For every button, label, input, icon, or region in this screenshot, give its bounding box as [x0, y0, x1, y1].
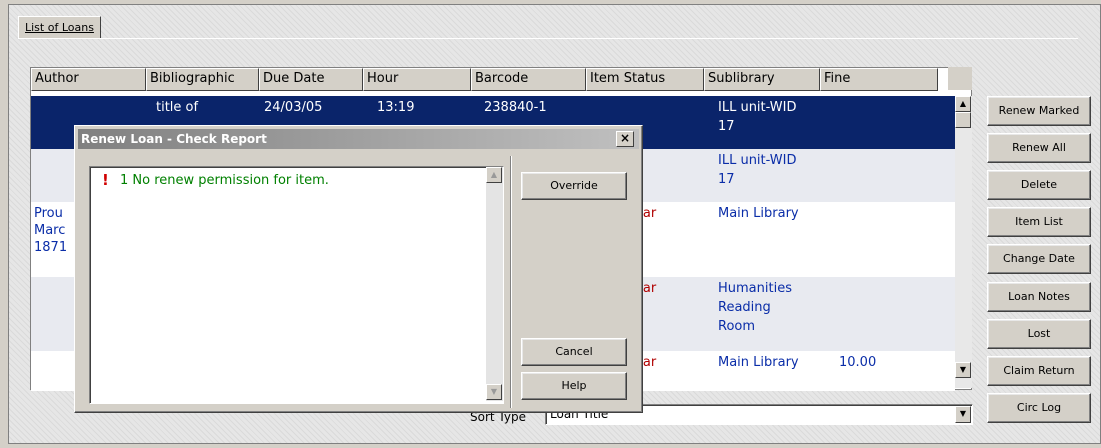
combo-arrow-icon[interactable]: ▼: [955, 406, 971, 423]
cell-sublibrary: 17: [718, 119, 735, 134]
cell-sublibrary: Main Library: [718, 206, 799, 221]
dialog-divider: [510, 156, 512, 408]
column-header[interactable]: Sublibrary: [704, 68, 820, 91]
override-button[interactable]: Override: [521, 172, 627, 200]
delete-button[interactable]: Delete: [987, 170, 1091, 200]
renew-check-dialog: Renew Loan - Check Report × ! 1 No renew…: [74, 125, 643, 413]
renew-all-button[interactable]: Renew All: [987, 133, 1091, 163]
message-text: 1 No renew permission for item.: [120, 173, 329, 188]
column-header[interactable]: Author: [31, 68, 146, 91]
column-header[interactable]: Item Status: [586, 68, 704, 91]
item-list-button[interactable]: Item List: [987, 207, 1091, 237]
loan-notes-button[interactable]: Loan Notes: [987, 282, 1091, 312]
cell-sublibrary: Main Library: [718, 355, 799, 370]
help-button[interactable]: Help: [521, 372, 627, 400]
column-header[interactable]: Barcode: [471, 68, 586, 91]
cell-hour: 13:19: [377, 100, 415, 115]
cell-sublibrary: Reading: [718, 300, 771, 315]
cell-author: 1871: [34, 240, 68, 255]
lost-button[interactable]: Lost: [987, 319, 1091, 349]
column-header[interactable]: Bibliographic: [146, 68, 259, 91]
cell-title: title of: [156, 100, 199, 115]
dialog-title: Renew Loan - Check Report: [81, 132, 267, 146]
tab-list-of-loans[interactable]: List of Loans: [18, 16, 101, 39]
cell-sublibrary: Humanities: [718, 281, 792, 296]
cell-author: Prou: [34, 206, 63, 221]
cell-sublibrary: Room: [718, 319, 756, 334]
scroll-down-icon[interactable]: ▼: [955, 362, 971, 378]
header-filler: [948, 67, 972, 90]
exclamation-icon: !: [102, 171, 109, 189]
dialog-titlebar: Renew Loan - Check Report ×: [78, 129, 639, 149]
cell-sublibrary: ILL unit-WID: [718, 153, 797, 168]
column-header[interactable]: Hour: [363, 68, 471, 91]
message-list[interactable]: ! 1 No renew permission for item. ▲ ▼: [89, 166, 504, 404]
column-header[interactable]: Fine: [820, 68, 938, 91]
table-scrollbar[interactable]: ▲ ▼: [955, 96, 972, 388]
message-scroll-up-icon[interactable]: ▲: [486, 167, 502, 183]
close-icon[interactable]: ×: [616, 131, 634, 147]
message-scrollbar[interactable]: ▲ ▼: [486, 167, 503, 401]
claim-return-button[interactable]: Claim Return: [987, 356, 1091, 386]
cell-barcode: 238840-1: [484, 100, 547, 115]
cell-sublibrary: 17: [718, 172, 735, 187]
tab-underline: [18, 38, 1078, 39]
cell-sublibrary: ILL unit-WID: [718, 100, 797, 115]
renew-marked-button[interactable]: Renew Marked: [987, 96, 1091, 126]
circ-log-button[interactable]: Circ Log: [987, 393, 1091, 423]
change-date-button[interactable]: Change Date: [987, 244, 1091, 274]
cell-author: Marc: [34, 223, 66, 238]
scroll-up-icon[interactable]: ▲: [955, 96, 971, 112]
column-header[interactable]: Due Date: [259, 68, 363, 91]
cancel-button[interactable]: Cancel: [521, 338, 627, 366]
message-scroll-down-icon[interactable]: ▼: [486, 384, 502, 400]
cell-due-date: 24/03/05: [264, 100, 323, 115]
cell-fine: 10.00: [839, 355, 877, 370]
scroll-thumb[interactable]: [955, 112, 971, 128]
